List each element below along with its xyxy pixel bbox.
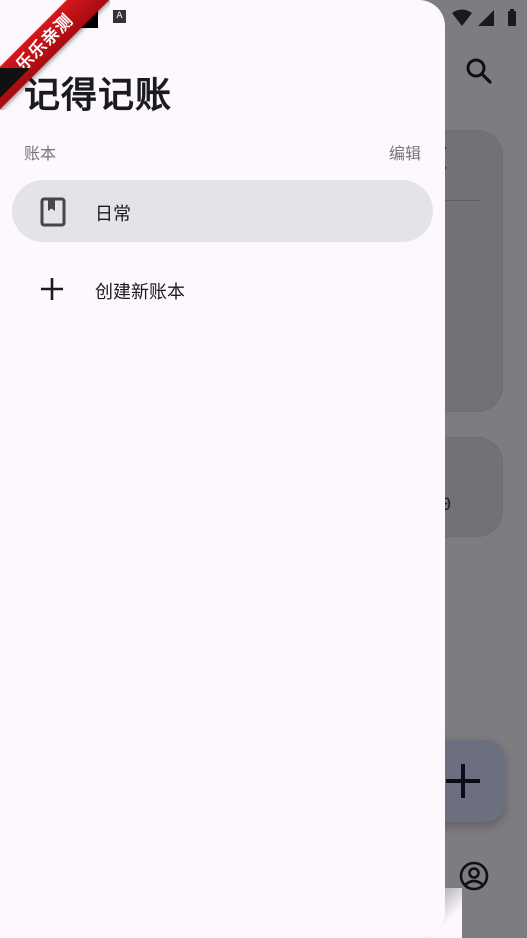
create-book-button[interactable]: 创建新账本 [12,258,433,320]
navigation-drawer: 记得记账 账本 编辑 日常 创建新账本 [0,0,445,938]
status-badge: A [113,10,126,23]
signal-icon [478,10,494,26]
search-icon [464,56,494,86]
plus-icon [446,764,480,798]
book-icon [40,197,66,231]
wifi-icon [452,9,472,26]
watermark-text: 乐乐亲测 [0,0,110,110]
books-section-label: 账本 [24,144,57,163]
book-item-daily[interactable]: 日常 [12,180,433,242]
book-item-label: 日常 [95,204,131,225]
watermark-ribbon: 乐乐亲测 [0,0,110,110]
create-book-label: 创建新账本 [95,282,185,303]
status-icons [450,8,520,32]
edit-books-button[interactable]: 编辑 [389,140,421,164]
drawer-corner [412,888,462,938]
plus-icon [40,277,64,305]
account-circle-icon [458,860,490,892]
battery-icon [508,11,516,26]
